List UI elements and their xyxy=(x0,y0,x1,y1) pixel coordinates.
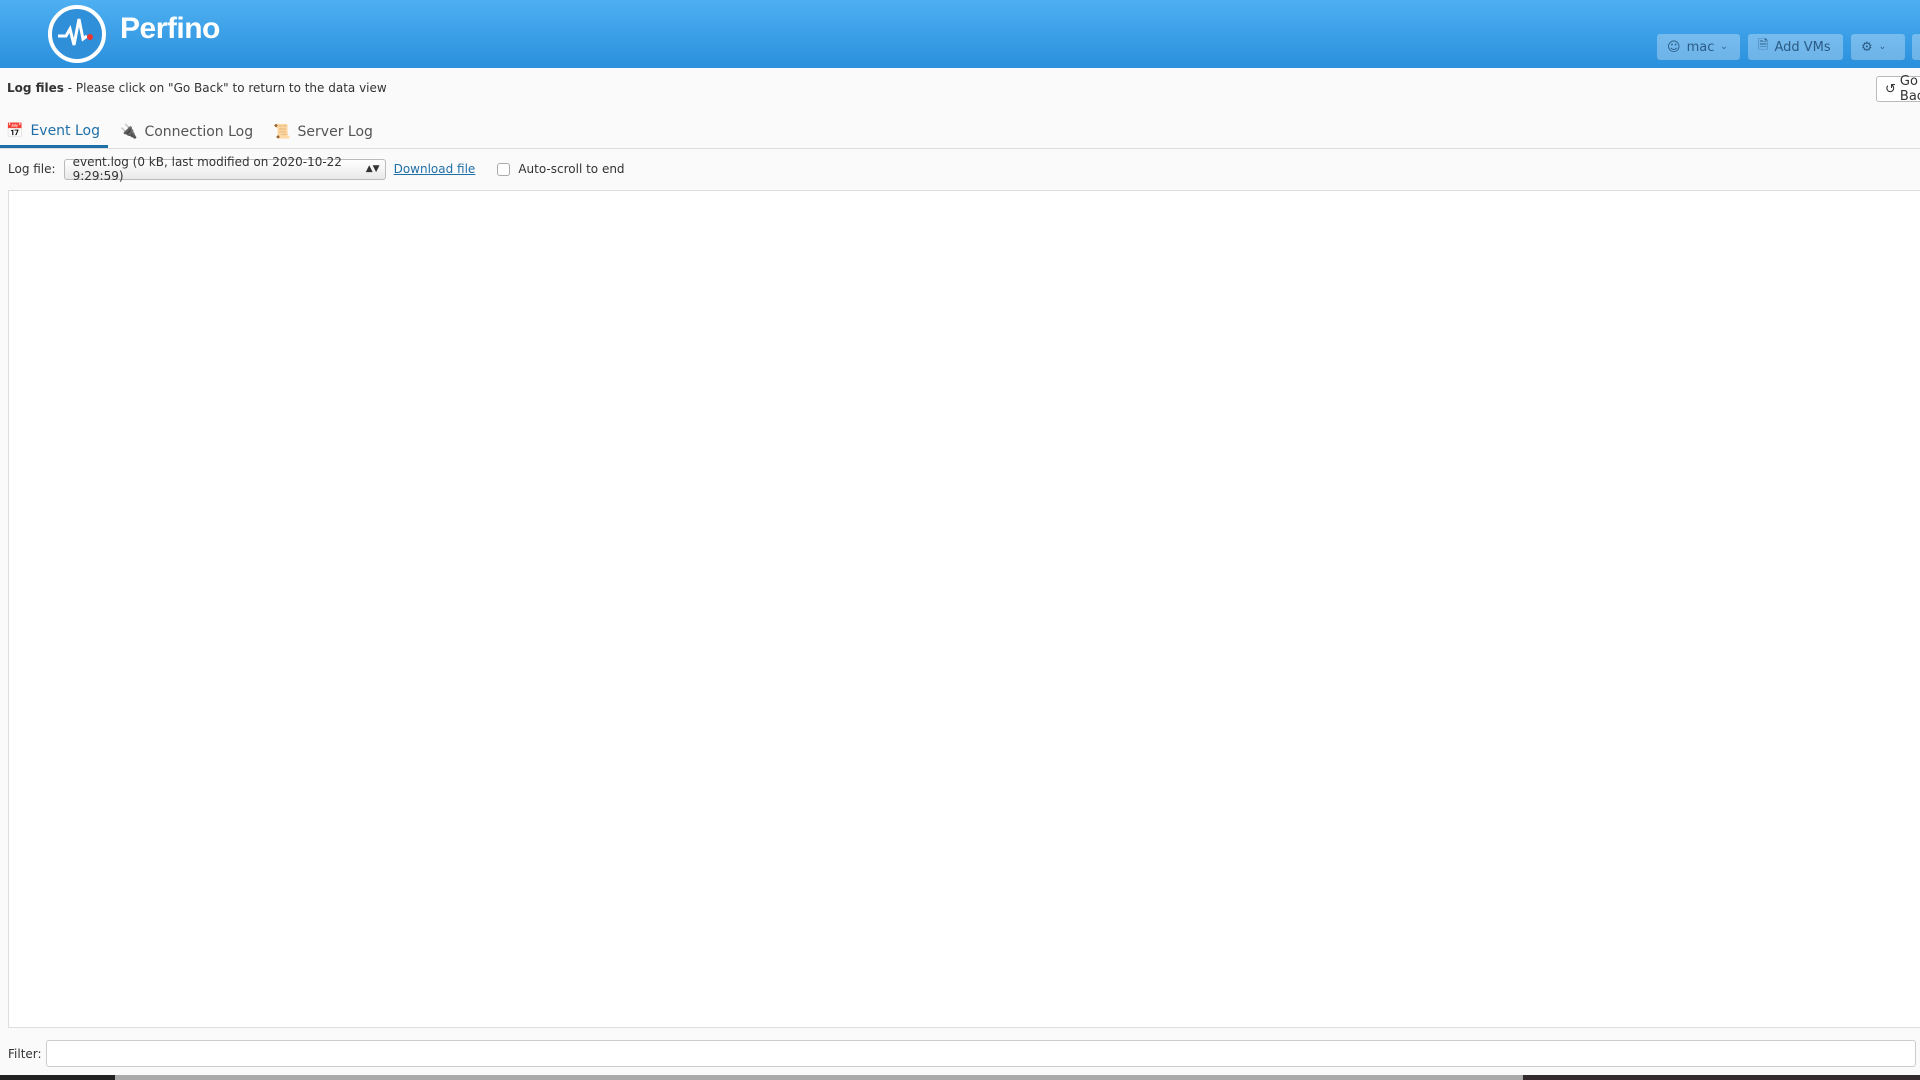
tab-server-log[interactable]: 📜 Server Log xyxy=(267,116,381,148)
arrow-left-circle-icon: ↺ xyxy=(1885,81,1896,97)
add-vms-button[interactable]: 🗎 Add VMs xyxy=(1748,34,1843,60)
chevron-down-icon: ⌄ xyxy=(1720,42,1728,52)
add-document-icon: 🗎 xyxy=(1758,38,1769,53)
log-tabs: 📅 Event Log 🔌 Connection Log 📜 Server Log xyxy=(0,116,1920,149)
brand-name: Perfino xyxy=(120,12,220,45)
filter-input[interactable] xyxy=(46,1040,1916,1067)
gear-icon: ⚙ xyxy=(1861,39,1873,55)
log-file-label: Log file: xyxy=(8,162,56,176)
auto-scroll-checkbox[interactable] xyxy=(497,162,511,176)
settings-menu-button[interactable]: ⚙ ⌄ xyxy=(1851,34,1905,60)
filter-label: Filter: xyxy=(8,1047,42,1061)
auto-scroll-label: Auto-scroll to end xyxy=(518,162,625,176)
user-icon: ☺ xyxy=(1667,39,1681,55)
tab-connection-log[interactable]: 🔌 Connection Log xyxy=(114,116,261,148)
chevron-down-icon: ⌄ xyxy=(1878,42,1887,52)
bottom-strip xyxy=(0,1075,1920,1080)
go-back-button[interactable]: ↺Go Back xyxy=(1876,74,1920,104)
app-header: Perfino ☺ mac ⌄ 🗎 Add VMs ⚙ ⌄ xyxy=(0,0,1920,68)
tab-event-log[interactable]: 📅 Event Log xyxy=(0,116,108,148)
plug-icon: 🔌 xyxy=(120,124,138,140)
logo-icon xyxy=(48,5,106,63)
user-menu-button[interactable]: ☺ mac ⌄ xyxy=(1657,34,1740,60)
select-arrows-icon: ▲▼ xyxy=(365,164,380,174)
scroll-icon: 📜 xyxy=(273,124,291,140)
more-button[interactable] xyxy=(1912,34,1920,60)
log-toolbar: Log file: event.log (0 kB, last modified… xyxy=(8,155,625,183)
download-file-link[interactable]: Download file xyxy=(394,162,476,176)
log-file-select[interactable]: event.log (0 kB, last modified on 2020-1… xyxy=(63,155,386,183)
calendar-icon: 📅 xyxy=(6,122,24,139)
page-title: Log files - Please click on "Go Back" to… xyxy=(7,81,387,95)
log-content-area xyxy=(8,190,1920,1028)
